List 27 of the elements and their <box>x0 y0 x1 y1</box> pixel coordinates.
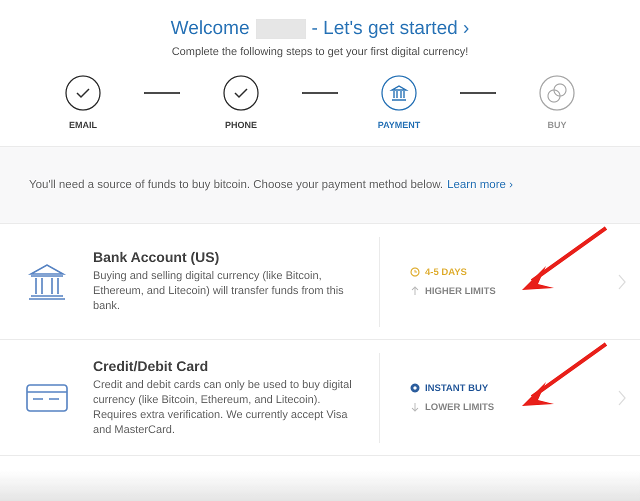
payment-method-row[interactable]: Bank Account (US) Buying and selling digital currency (like Bitcoin, Ethereum, and Litecoin) will transfer funds from this bank. 4-5 DAYS HIGHER LIMITS <box>0 224 640 340</box>
arrow-down-icon <box>410 402 420 412</box>
feature-label: LOWER LIMITS <box>425 402 494 412</box>
notice-text: You'll need a source of funds to buy bitcoin. Choose your payment method below. <box>29 179 444 191</box>
payment-method-row[interactable] <box>0 340 640 456</box>
step-label: EMAIL <box>69 120 97 130</box>
learn-more-link[interactable]: Learn more › <box>447 179 513 191</box>
feature-label: HIGHER LIMITS <box>425 286 496 296</box>
welcome-title: Welcome <box>170 18 250 40</box>
chevron-right-icon <box>618 390 626 406</box>
method-title: Bank Account (US) <box>93 249 220 265</box>
clock-icon <box>410 267 420 277</box>
method-title: Credit/Debit Card <box>93 358 210 374</box>
chevron-right-icon <box>618 274 626 290</box>
step-label: PHONE <box>224 120 257 130</box>
step-label: PAYMENT <box>378 120 420 130</box>
credit-card-icon <box>26 384 68 412</box>
feature-label: INSTANT BUY <box>425 382 488 394</box>
step-label: BUY <box>547 120 566 130</box>
method-description: Credit and debit cards can only be used to buy digital currency (like Bitcoin, Ethereum, and Litecoin). Requires extra verification. We currently accept Visa and MasterCard. <box>93 378 353 438</box>
radio-dot-icon <box>410 383 420 393</box>
feature-label: 4-5 DAYS <box>425 266 467 278</box>
method-description: Buying and selling digital currency (like Bitcoin, Ethereum, and Litecoin) will transfer funds from this bank. <box>93 269 345 314</box>
bank-icon <box>26 262 66 302</box>
arrow-up-icon <box>410 286 420 296</box>
subtitle: Complete the following steps to get your first digital currency! <box>172 46 468 58</box>
get-started-link[interactable]: - Let's get started › <box>312 18 470 40</box>
